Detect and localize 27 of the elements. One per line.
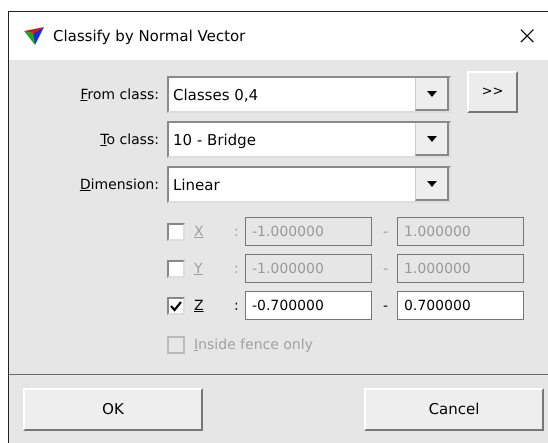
field-label: Dimension: bbox=[78, 176, 159, 192]
more-button[interactable]: >> bbox=[467, 70, 518, 112]
field-label: To class: bbox=[99, 132, 159, 148]
cancel-button[interactable]: Cancel bbox=[364, 388, 544, 430]
checkbox[interactable] bbox=[167, 222, 185, 240]
colon-separator: : bbox=[234, 224, 240, 240]
dash-separator: - bbox=[383, 224, 390, 240]
class-dropdown[interactable]: Classes 0,4 bbox=[167, 76, 451, 113]
dash-separator: - bbox=[383, 298, 390, 314]
colon-separator: : bbox=[234, 260, 240, 276]
colon-separator: : bbox=[234, 298, 240, 314]
app-logo-icon bbox=[23, 25, 45, 47]
axis-label: Y bbox=[194, 260, 204, 276]
checkbox[interactable] bbox=[167, 296, 185, 314]
dash-separator: - bbox=[383, 260, 390, 276]
close-button[interactable]: × bbox=[516, 23, 538, 49]
axis-label: Z bbox=[194, 298, 205, 314]
axis-label: X bbox=[194, 224, 205, 240]
checkbox-label: Inside fence only bbox=[194, 336, 313, 352]
class-dropdown[interactable]: Linear bbox=[167, 166, 451, 203]
ok-button[interactable]: OK bbox=[23, 388, 203, 430]
class-dropdown[interactable]: 10 - Bridge bbox=[167, 121, 451, 158]
window-title: Classify by Normal Vector bbox=[53, 27, 246, 45]
max-input[interactable]: 0.700000 bbox=[397, 291, 524, 320]
field-label: From class: bbox=[79, 86, 159, 102]
min-input[interactable]: -0.700000 bbox=[245, 291, 372, 320]
checkbox[interactable] bbox=[167, 260, 185, 278]
